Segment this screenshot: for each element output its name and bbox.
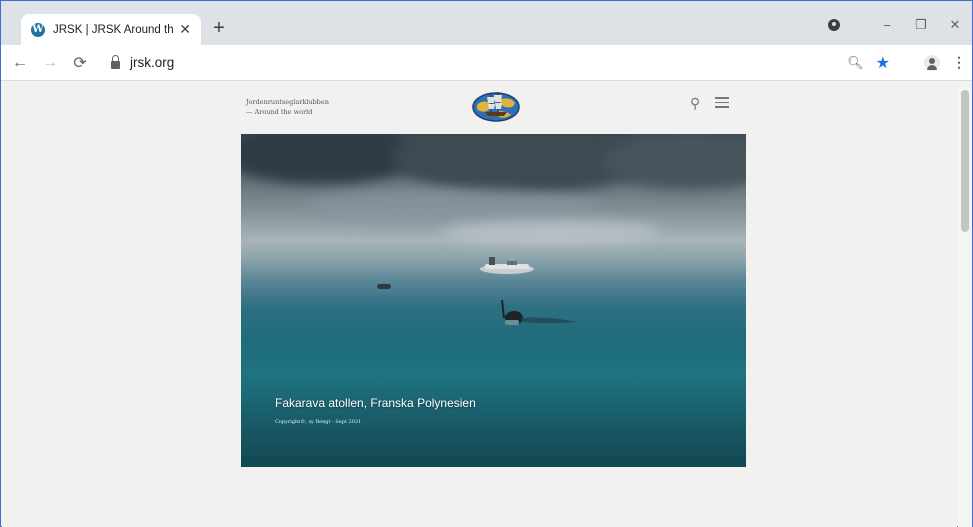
site-title-line1: Jordenruntseglarklubben [246,98,329,106]
hero-image: Fakarava atollen, Franska Polynesien Cop… [241,134,746,467]
browser-tab[interactable]: W JRSK | JRSK Around the world ✕ [21,14,201,45]
url-text[interactable]: jrsk.org [130,55,174,70]
close-tab-icon[interactable]: ✕ [179,21,191,38]
site-title[interactable]: Jordenruntseglarklubben — Around the wor… [246,97,329,117]
scrollbar-thumb[interactable] [961,90,969,232]
restore-button[interactable]: ❐ [904,17,938,33]
site-menu-icon[interactable] [715,97,729,111]
distant-swimmer [377,284,391,289]
browser-toolbar: ← → ⟳ jrsk.org 🔍︎ ★ ⋮ [1,45,972,81]
site-search-icon[interactable]: ⚲ [690,95,700,112]
browser-menu-icon[interactable]: ⋮ [952,54,966,71]
cloud-shape [601,134,746,189]
tab-title: JRSK | JRSK Around the world [53,23,174,36]
back-button[interactable]: ← [9,54,31,72]
jrsk-ship-globe-logo[interactable] [471,89,521,123]
browser-window: W JRSK | JRSK Around the world ✕ + − ❐ ✕… [0,0,973,527]
scrollbar[interactable] [958,82,972,527]
hero-copyright: Copyright©, sy Bengt - Sept 2021 [275,419,362,425]
profile-avatar-icon[interactable] [924,54,940,71]
bookmark-star-icon[interactable]: ★ [876,53,890,73]
minimize-button[interactable]: − [870,18,904,33]
close-window-button[interactable]: ✕ [938,17,972,33]
site-title-line2: — Around the world [246,108,313,116]
profile-indicator-icon[interactable] [828,19,840,31]
zoom-icon[interactable]: 🔍︎ [847,55,864,71]
hero-caption: Fakarava atollen, Franska Polynesien [275,396,476,410]
address-bar[interactable]: jrsk.org 🔍︎ ★ [103,49,914,77]
snorkeler-shape [501,299,577,325]
reload-button[interactable]: ⟳ [69,53,91,73]
forward-button[interactable]: → [39,54,61,72]
new-tab-button[interactable]: + [208,18,230,40]
tab-strip: W JRSK | JRSK Around the world ✕ + − ❐ ✕ [1,1,972,45]
dinghy-shape [480,257,534,274]
cloud-shape [441,219,661,244]
window-controls: − ❐ ✕ [828,13,972,37]
wordpress-icon: W [31,22,45,37]
lock-icon[interactable] [111,54,120,69]
